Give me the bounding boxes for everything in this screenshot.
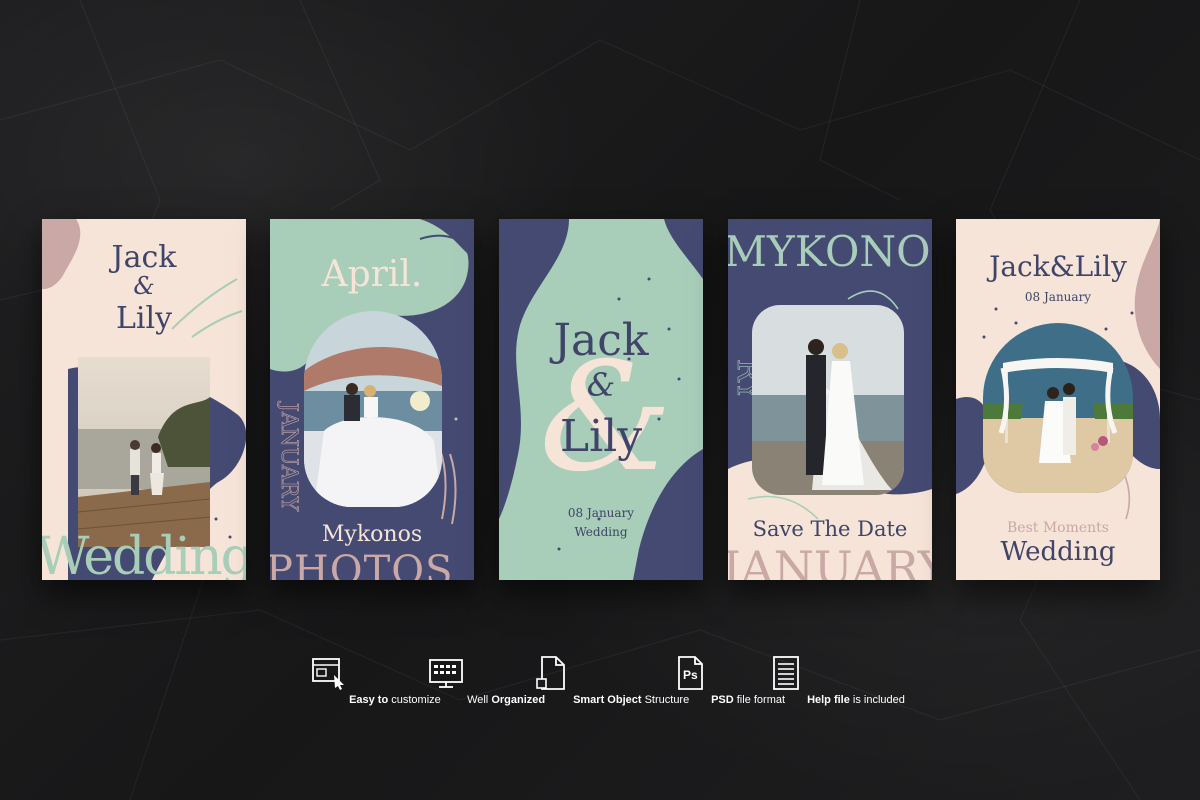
card1-title-lily: Lily	[115, 301, 173, 336]
card5-caption-big: Wedding	[1000, 537, 1116, 567]
card3-title-jack: Jack	[553, 315, 649, 366]
feature-easy-customize: Easy to customize	[310, 655, 441, 706]
card1-title-jack: Jack	[111, 240, 177, 275]
card5-caption-small: Best Moments	[1007, 520, 1109, 536]
couple-pier-photo	[78, 357, 210, 547]
feature-smart-bold: Smart Object	[573, 694, 642, 706]
feature-list: Easy to customize Well Organized Smart O…	[0, 655, 1200, 735]
card3-date: 08 January	[567, 506, 635, 520]
card4-top-word: MYKONOS	[728, 227, 932, 276]
story-card-4[interactable]: RY MYKONOS Save The Date JANUARY	[728, 219, 932, 580]
feature-well-pre: Well	[467, 694, 492, 706]
feature-smart-object: Smart Object Structure	[534, 655, 689, 706]
card2-place: Mykonos	[321, 522, 423, 547]
story-card-2[interactable]: April. JANUARY Mykonos PHOTOS	[270, 219, 474, 580]
ps-label: Ps	[683, 668, 698, 682]
keyboard-monitor-icon	[429, 659, 463, 688]
customize-icon	[312, 658, 344, 690]
feature-psd-format: Ps PSD file format	[672, 655, 785, 706]
photoshop-file-icon: Ps	[678, 656, 703, 690]
card4-bottom-word: JANUARY	[728, 541, 932, 580]
feature-well-organized: Well Organized	[428, 655, 545, 706]
story-card-1[interactable]: Jack & Lily Wedding	[42, 219, 246, 580]
couple-arch-photo	[983, 323, 1133, 493]
card1-title-amp: &	[133, 272, 155, 300]
card4-caption: Save The Date	[752, 517, 908, 541]
card3-title-amp: &	[586, 366, 616, 404]
story-card-3[interactable]: & Jack & Lily 08 January Wedding	[499, 219, 703, 580]
feature-help-bold: Help file	[807, 694, 850, 706]
card3-title-lily: Lily	[559, 411, 643, 462]
feature-psd-bold: PSD	[711, 694, 734, 706]
couple-beach-photo	[752, 305, 904, 495]
card5-date: 08 January	[1024, 290, 1092, 304]
card1-bottom-word: Wedding	[42, 527, 246, 580]
card5-title: Jack&Lily	[989, 250, 1127, 283]
file-icon	[536, 656, 565, 690]
feature-help-file: Help file is included	[768, 655, 905, 706]
svg-text:JANUARY: JANUARY	[276, 401, 301, 512]
feature-help-rest: is included	[849, 694, 905, 706]
card3-subtitle: Wedding	[574, 525, 628, 539]
feature-easy-bold: Easy to	[349, 694, 389, 706]
card2-bottom-word: PHOTOS	[270, 548, 454, 580]
story-card-5[interactable]: Jack&Lily 08 January Best Moments Weddin…	[956, 219, 1160, 580]
document-lines-icon	[773, 656, 799, 690]
